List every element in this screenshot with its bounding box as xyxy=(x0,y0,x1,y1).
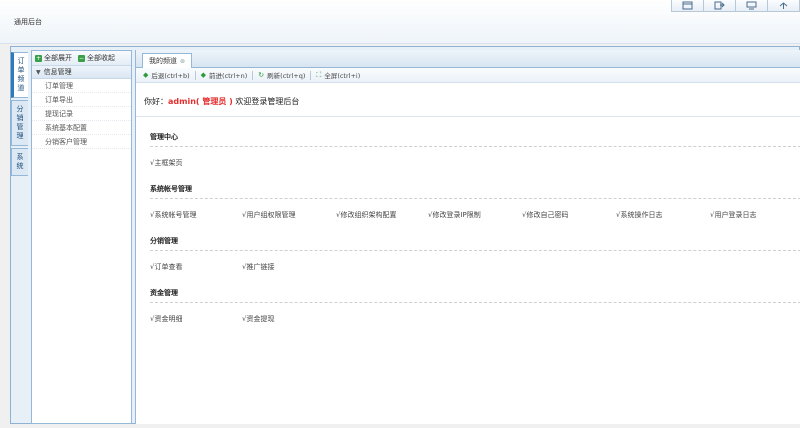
section-admin-center: 管理中心 √主框架页 xyxy=(150,132,800,167)
welcome-prefix: 你好： xyxy=(144,97,168,106)
link-main-frame[interactable]: √主框架页 xyxy=(150,158,182,168)
vtab-char: 理 xyxy=(16,132,24,140)
vtab-char: 销 xyxy=(16,114,24,122)
export-icon[interactable] xyxy=(703,0,736,12)
divider xyxy=(136,116,800,117)
fullscreen-icon[interactable] xyxy=(767,0,800,12)
link-change-password[interactable]: √修改自己密码 xyxy=(522,210,568,220)
vtab-char: 管 xyxy=(16,123,24,131)
menu-toolbar: + 全部展开 − 全部收起 xyxy=(32,51,131,66)
refresh-button[interactable]: ↻ 刷新(ctrl+q) xyxy=(258,70,305,80)
nav-toolbar: ◆ 后退(ctrl+b) ◆ 前进(ctrl+n) ↻ 刷新(ctrl+q) ⛶… xyxy=(136,68,800,83)
app-header: 通用后台 xyxy=(0,0,800,44)
section-title: 管理中心 xyxy=(150,132,800,147)
tab-my-channel[interactable]: 我的频道 ⊗ xyxy=(142,53,193,68)
menu-item-order-export[interactable]: 订单导出 xyxy=(32,93,131,107)
divider xyxy=(310,70,312,80)
section-funds: 资金管理 √资金明细 √资金提现 xyxy=(150,288,800,323)
welcome-suffix: 欢迎登录管理后台 xyxy=(232,97,300,106)
arrow-right-icon: ◆ xyxy=(200,71,207,79)
menu-item-withdrawals[interactable]: 提现记录 xyxy=(32,107,131,121)
section-links: √主框架页 xyxy=(150,147,800,167)
link-group-permissions[interactable]: √用户组权限管理 xyxy=(242,210,295,220)
link-login-log[interactable]: √用户登录日志 xyxy=(710,210,756,220)
vtab-char: 系 xyxy=(16,153,24,161)
vtab-char: 单 xyxy=(17,66,25,74)
expand-all-button[interactable]: + 全部展开 xyxy=(35,53,72,63)
link-fund-withdrawal[interactable]: √资金提现 xyxy=(242,314,274,324)
refresh-icon: ↻ xyxy=(258,71,265,79)
window-icon[interactable] xyxy=(671,0,704,12)
vtab-char: 统 xyxy=(16,162,24,170)
tab-bar: 我的频道 ⊗ xyxy=(136,50,800,68)
menu-group-info[interactable]: ▼ 信息管理 xyxy=(32,66,131,79)
collapse-all-label: 全部收起 xyxy=(87,54,115,62)
section-title: 资金管理 xyxy=(150,288,800,303)
section-links: √资金明细 √资金提现 xyxy=(150,303,800,323)
fullscreen-button[interactable]: ⛶ 全屏(ctrl+i) xyxy=(316,70,361,81)
section-links: √订单查看 √推广链接 xyxy=(150,251,800,271)
minus-icon: − xyxy=(78,54,85,62)
plus-icon: + xyxy=(35,54,42,62)
section-account-management: 系统帐号管理 √系统帐号管理 √用户组权限管理 √修改组织架构配置 √修改登录I… xyxy=(150,184,800,219)
forward-button[interactable]: ◆ 前进(ctrl+n) xyxy=(201,70,248,80)
expand-icon: ⛶ xyxy=(316,70,322,79)
link-ip-restriction[interactable]: √修改登录IP限制 xyxy=(428,210,481,220)
collapse-all-button[interactable]: − 全部收起 xyxy=(78,53,115,63)
triangle-down-icon: ▼ xyxy=(36,68,41,76)
vtab-char: 订 xyxy=(17,57,25,65)
vtab-char: 分 xyxy=(16,105,24,113)
tab-label: 我的频道 xyxy=(149,57,177,65)
welcome-message: 你好：admin( 管理员 ) 欢迎登录管理后台 xyxy=(144,96,299,107)
divider xyxy=(194,70,196,80)
section-distribution: 分销管理 √订单查看 √推广链接 xyxy=(150,236,800,271)
link-account-management[interactable]: √系统帐号管理 xyxy=(150,210,196,220)
welcome-user: admin( 管理员 ) xyxy=(168,97,233,106)
menu-item-customers[interactable]: 分销客户管理 xyxy=(32,135,131,149)
menu-item-system-config[interactable]: 系统基本配置 xyxy=(32,121,131,135)
close-icon[interactable]: ⊗ xyxy=(180,58,185,65)
link-org-config[interactable]: √修改组织架构配置 xyxy=(336,210,396,220)
link-promo-links[interactable]: √推广链接 xyxy=(242,262,274,272)
divider xyxy=(252,70,254,80)
monitor-icon[interactable] xyxy=(735,0,768,12)
forward-label: 前进(ctrl+n) xyxy=(209,72,248,80)
section-links: √系统帐号管理 √用户组权限管理 √修改组织架构配置 √修改登录IP限制 √修改… xyxy=(150,199,800,219)
arrow-left-icon: ◆ xyxy=(143,71,149,79)
link-view-orders[interactable]: √订单查看 xyxy=(150,262,182,272)
vtab-char: 频 xyxy=(17,75,25,83)
expand-all-label: 全部展开 xyxy=(44,54,72,62)
vtab-distribution[interactable]: 分 销 管 理 xyxy=(11,100,28,146)
section-title: 分销管理 xyxy=(150,236,800,251)
vtab-char: 道 xyxy=(17,84,25,92)
vtab-system[interactable]: 系 统 xyxy=(11,148,28,176)
section-title: 系统帐号管理 xyxy=(150,184,800,199)
link-fund-details[interactable]: √资金明细 xyxy=(150,314,182,324)
fullscreen-label: 全屏(ctrl+i) xyxy=(324,72,361,80)
app-title: 通用后台 xyxy=(14,18,42,26)
menu-item-orders[interactable]: 订单管理 xyxy=(32,79,131,93)
vtab-orders[interactable]: 订 单 频 道 xyxy=(11,52,28,98)
refresh-label: 刷新(ctrl+q) xyxy=(267,72,306,80)
link-operation-log[interactable]: √系统操作日志 xyxy=(616,210,662,220)
back-label: 后退(ctrl+b) xyxy=(151,72,190,80)
main-panel: 我的频道 ⊗ ◆ 后退(ctrl+b) ◆ 前进(ctrl+n) ↻ 刷新(ct… xyxy=(135,50,800,424)
sidebar-menu: + 全部展开 − 全部收起 ▼ 信息管理 订单管理 订单导出 提现记录 系统基本… xyxy=(31,50,132,424)
menu-group-title: 信息管理 xyxy=(43,68,72,76)
top-toolbar xyxy=(671,0,800,12)
vertical-tabs: 订 单 频 道 分 销 管 理 系 统 xyxy=(11,52,29,178)
back-button[interactable]: ◆ 后退(ctrl+b) xyxy=(143,70,190,80)
